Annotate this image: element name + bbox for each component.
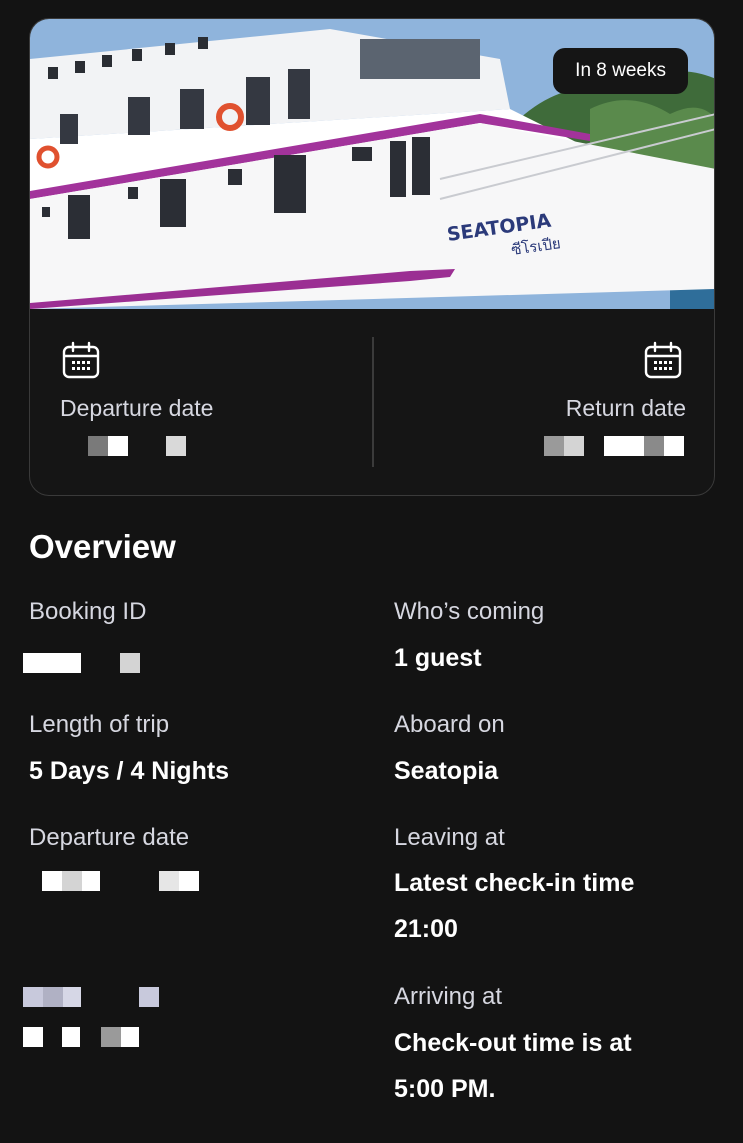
- trip-card: SEATOPIA ซีโรเปีย In 8 weeks Departure d…: [29, 18, 715, 496]
- trip-dates: Departure date Return date: [30, 309, 714, 495]
- countdown-badge: In 8 weeks: [553, 48, 688, 94]
- departure-date-section: Departure date: [30, 309, 373, 495]
- return-date-label: Return date: [565, 395, 686, 421]
- whos-coming-label: Who’s coming: [394, 598, 545, 625]
- return-date-value-redacted: [544, 436, 684, 456]
- arriving-at-value-line2: 5:00 PM.: [394, 1075, 496, 1103]
- arriving-at-value-line1: Check-out time is at: [394, 1029, 632, 1057]
- departure-date-label: Departure date: [60, 395, 214, 421]
- calendar-icon: [644, 341, 682, 379]
- overview-departure-date-label: Departure date: [29, 824, 190, 851]
- length-of-trip-value: 5 Days / 4 Nights: [29, 757, 230, 785]
- overview-heading: Overview: [29, 528, 176, 565]
- booking-id-value-redacted: [23, 653, 140, 673]
- leaving-at-label: Leaving at: [394, 824, 505, 851]
- calendar-icon: [62, 341, 100, 379]
- leaving-at-value-line1: Latest check-in time: [394, 869, 635, 897]
- boat-photo: SEATOPIA ซีโรเปีย In 8 weeks: [30, 19, 714, 309]
- arriving-at-label: Arriving at: [394, 983, 503, 1010]
- aboard-on-label: Aboard on: [394, 711, 505, 738]
- redacted-info-block: [23, 987, 159, 1047]
- leaving-at-value-line2: 21:00: [394, 915, 458, 943]
- overview-departure-date-value-redacted: [42, 871, 199, 891]
- booking-id-label: Booking ID: [29, 598, 147, 625]
- return-date-section: Return date: [373, 309, 714, 495]
- departure-date-value-redacted: [88, 436, 186, 456]
- whos-coming-value: 1 guest: [394, 644, 482, 672]
- length-of-trip-label: Length of trip: [29, 711, 170, 738]
- aboard-on-value: Seatopia: [394, 757, 499, 785]
